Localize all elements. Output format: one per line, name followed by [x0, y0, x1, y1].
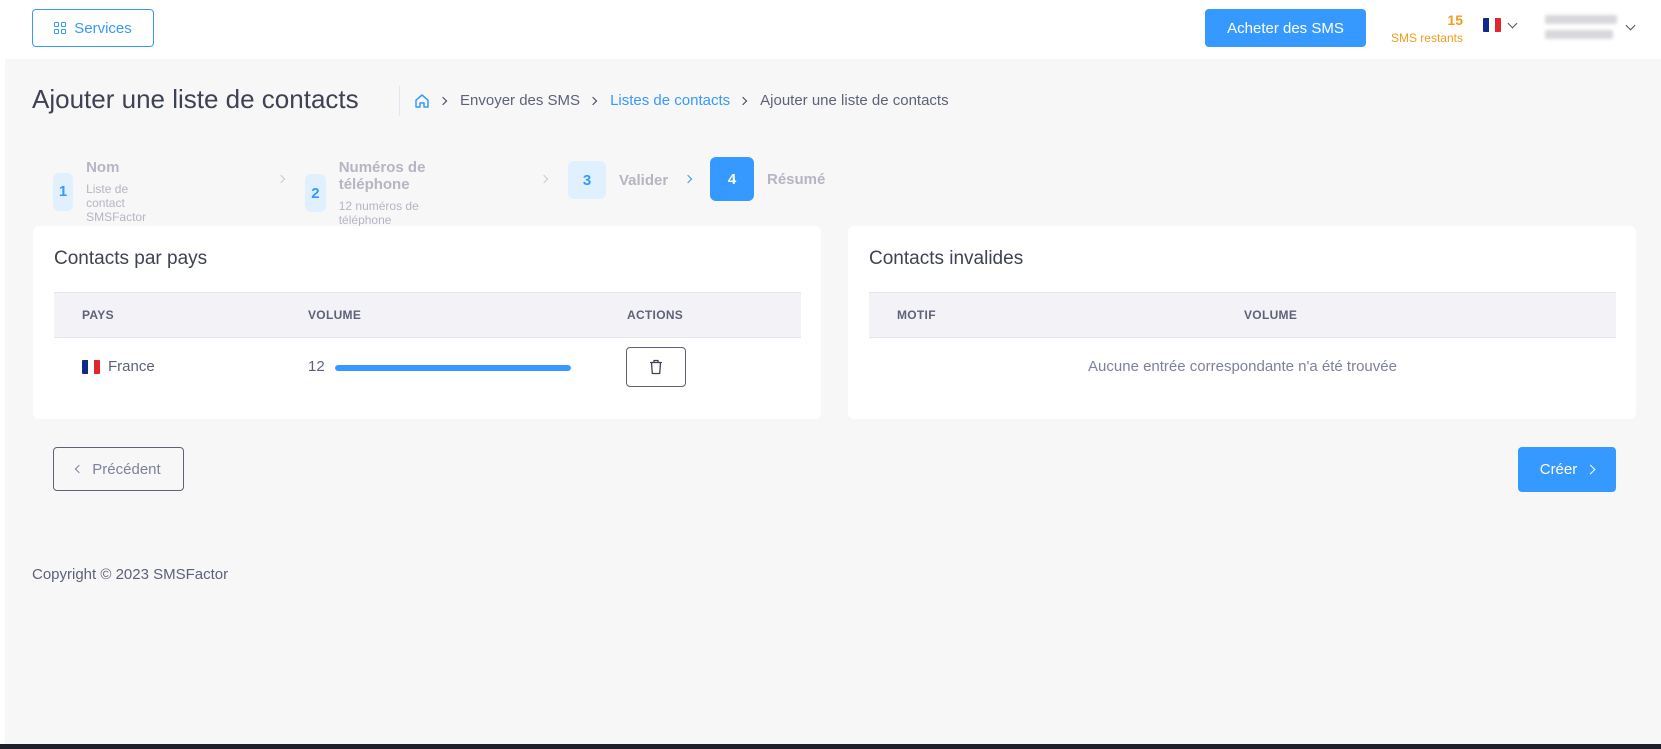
- sms-remaining-count: 15: [1447, 12, 1463, 28]
- chevron-right-icon: [683, 174, 693, 184]
- sms-remaining-label: SMS restants: [1390, 31, 1463, 45]
- create-button[interactable]: Créer: [1518, 447, 1616, 492]
- sms-remaining: 15 SMS restants: [1385, 12, 1463, 45]
- flag-fr-icon: [82, 360, 100, 374]
- volume-progress-fill: [335, 365, 571, 371]
- create-label: Créer: [1539, 461, 1578, 478]
- step-subtitle: 12 numéros de téléphone: [338, 199, 419, 227]
- delete-button[interactable]: [626, 347, 686, 387]
- contacts-by-country-card: Contacts par pays PAYS VOLUME ACTIONS Fr…: [33, 226, 821, 419]
- services-button[interactable]: Services: [32, 9, 154, 47]
- step-number: 2: [305, 174, 326, 212]
- flag-fr-icon: [1483, 18, 1501, 32]
- chevron-down-icon: [1625, 20, 1636, 30]
- volume-value: 12: [308, 358, 325, 375]
- title-divider: [399, 86, 400, 116]
- step-phone-numbers[interactable]: 2 Numéros de téléphone 12 numéros de tél…: [305, 159, 427, 227]
- services-label: Services: [74, 19, 132, 37]
- card-title: Contacts par pays: [54, 248, 208, 269]
- top-header: Services Acheter des SMS 15 SMS restants: [0, 0, 1661, 59]
- breadcrumb-separator-icon: [438, 96, 448, 105]
- step-number: 1: [53, 172, 74, 211]
- breadcrumb-contact-lists[interactable]: Listes de contacts: [610, 92, 730, 109]
- table-header: MOTIF VOLUME: [869, 292, 1616, 338]
- step-summary[interactable]: 4 Résumé: [710, 157, 825, 201]
- step-title: Résumé: [767, 170, 826, 188]
- column-header-country: PAYS: [82, 308, 114, 322]
- chevron-right-icon: [1585, 464, 1596, 475]
- column-header-volume: VOLUME: [308, 308, 362, 322]
- column-header-volume: VOLUME: [1244, 308, 1298, 322]
- step-subtitle: Liste de contact SMSFactor: [86, 182, 147, 224]
- invalid-contacts-card: Contacts invalides MOTIF VOLUME Aucune e…: [848, 226, 1636, 419]
- column-header-reason: MOTIF: [897, 308, 936, 322]
- chevron-down-icon: [1507, 18, 1518, 28]
- card-title: Contacts invalides: [869, 248, 1024, 269]
- column-header-actions: ACTIONS: [627, 308, 684, 322]
- chevron-right-icon: [276, 174, 286, 184]
- breadcrumb: Envoyer des SMS Listes de contacts Ajout…: [414, 92, 949, 109]
- avatar: [1545, 15, 1617, 39]
- previous-label: Précédent: [92, 460, 161, 478]
- language-selector[interactable]: [1483, 18, 1518, 32]
- chevron-right-icon: [539, 174, 549, 184]
- page-title: Ajouter une liste de contacts: [32, 84, 359, 114]
- breadcrumb-send-sms[interactable]: Envoyer des SMS: [460, 92, 580, 109]
- step-validate[interactable]: 3 Valider: [568, 161, 668, 199]
- breadcrumb-separator-icon: [588, 96, 598, 105]
- user-menu[interactable]: [1545, 15, 1636, 39]
- country-name: France: [108, 358, 155, 375]
- step-number: 4: [710, 157, 754, 201]
- empty-table-message: Aucune entrée correspondante n'a été tro…: [1088, 358, 1397, 375]
- bottom-bar: [0, 744, 1661, 749]
- step-number: 3: [568, 161, 606, 199]
- table-header: PAYS VOLUME ACTIONS: [54, 292, 801, 338]
- grid-icon: [54, 22, 67, 34]
- trash-icon: [650, 359, 662, 375]
- copyright: Copyright © 2023 SMSFactor: [32, 566, 229, 583]
- home-icon[interactable]: [414, 93, 430, 109]
- breadcrumb-current: Ajouter une liste de contacts: [760, 92, 949, 109]
- step-title: Nom: [86, 159, 120, 176]
- breadcrumb-separator-icon: [738, 96, 748, 105]
- chevron-left-icon: [75, 464, 84, 474]
- step-title: Numéros de téléphone: [338, 159, 426, 193]
- step-name[interactable]: 1 Nom Liste de contact SMSFactor: [53, 159, 164, 224]
- previous-button[interactable]: Précédent: [53, 447, 184, 491]
- volume-progress-bar: [335, 365, 571, 371]
- buy-sms-button[interactable]: Acheter des SMS: [1205, 9, 1366, 47]
- step-title: Valider: [619, 171, 669, 189]
- left-edge: [0, 0, 5, 749]
